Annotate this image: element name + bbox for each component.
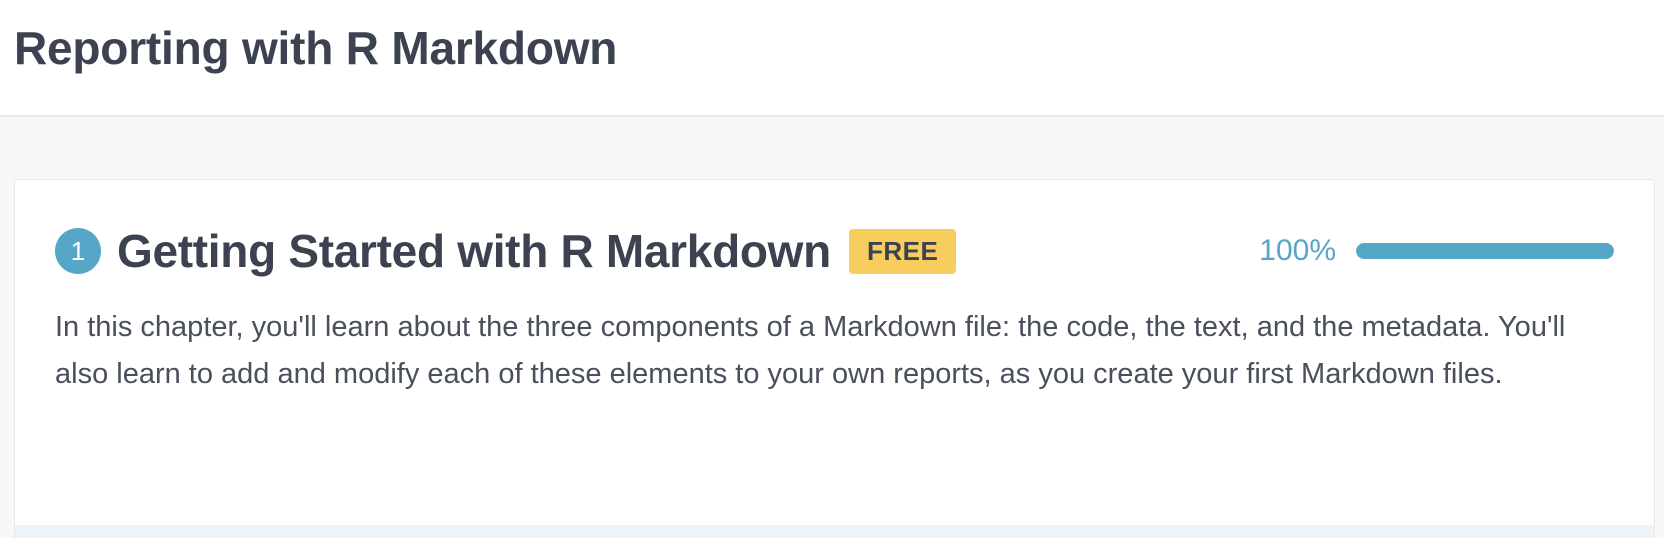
page-header: Reporting with R Markdown: [0, 0, 1664, 117]
course-title: Reporting with R Markdown: [14, 22, 618, 74]
chapter-card[interactable]: 1 Getting Started with R Markdown FREE 1…: [14, 179, 1655, 538]
chapter-number-badge: 1: [55, 228, 101, 274]
chapter-description: In this chapter, you'll learn about the …: [55, 311, 1566, 390]
free-badge: FREE: [848, 228, 957, 274]
chapter-header: 1 Getting Started with R Markdown FREE: [55, 224, 957, 278]
chapter-progress: 100%: [1259, 234, 1614, 268]
progress-percentage: 100%: [1259, 234, 1336, 267]
chapter-title[interactable]: Getting Started with R Markdown: [117, 224, 831, 278]
course-content: 1 Getting Started with R Markdown FREE 1…: [0, 117, 1664, 538]
progress-bar-fill: [1356, 243, 1614, 259]
progress-bar: [1356, 243, 1614, 259]
card-footer: [15, 525, 1654, 538]
